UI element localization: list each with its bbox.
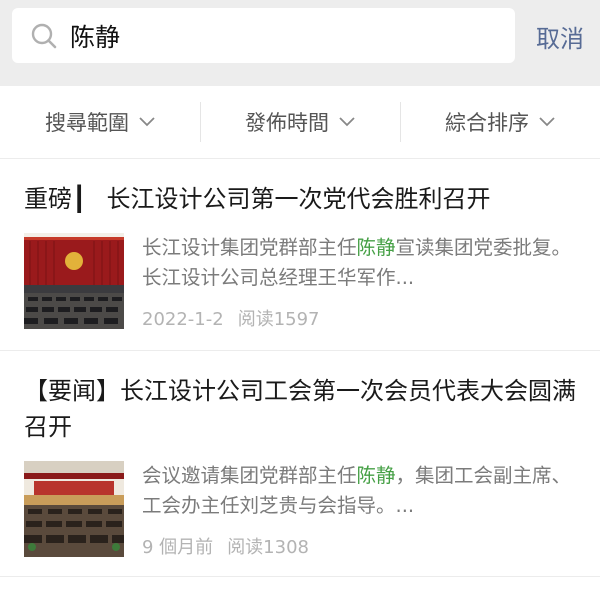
result-title[interactable]: 【要闻】长江设计公司工会第一次会员代表大会圆满召开: [24, 351, 578, 445]
result-item[interactable]: 重磅┃ 长江设计公司第一次党代会胜利召开 长江设计集团党群部主任陈静宣读集团党委…: [0, 159, 600, 351]
result-snippet: 会议邀请集团党群部主任陈静，集团工会副主席、工会办主任刘芝贵与会指导。...: [142, 464, 572, 517]
result-date: 9 個月前: [142, 537, 214, 558]
result-thumbnail: [24, 461, 124, 557]
result-title[interactable]: 重磅┃ 长江设计公司第一次党代会胜利召开: [24, 159, 578, 217]
search-header: 取消: [0, 0, 600, 86]
filter-publish-time-label: 發佈時間: [245, 111, 329, 135]
chevron-down-icon: [339, 117, 355, 127]
search-input[interactable]: [70, 21, 470, 50]
filter-scope-label: 搜尋範圍: [45, 111, 129, 135]
filter-publish-time[interactable]: 發佈時間: [200, 102, 400, 142]
result-meta: 9 個月前 阅读1308: [142, 533, 578, 559]
result-thumbnail: [24, 233, 124, 329]
chevron-down-icon: [139, 117, 155, 127]
filter-sort[interactable]: 綜合排序: [400, 102, 600, 142]
chevron-down-icon: [539, 117, 555, 127]
result-read-count: 阅读1308: [227, 537, 309, 558]
result-snippet: 长江设计集团党群部主任陈静宣读集团党委批复。长江设计公司总经理王华军作...: [142, 236, 572, 289]
filter-scope[interactable]: 搜尋範圍: [0, 102, 200, 142]
result-title-text: 长江设计公司第一次党代会胜利召开: [106, 185, 491, 213]
result-date: 2022-1-2: [142, 309, 224, 330]
result-title-text: 【要闻】长江设计公司工会第一次会员代表大会圆满召开: [24, 377, 576, 441]
search-box[interactable]: [12, 8, 515, 63]
result-tag: 重磅┃: [24, 185, 87, 213]
keyword-highlight: 陈静: [356, 464, 396, 487]
keyword-highlight: 陈静: [356, 236, 396, 259]
result-read-count: 阅读1597: [237, 309, 320, 330]
cancel-button[interactable]: 取消: [536, 19, 584, 54]
result-item[interactable]: 【要闻】长江设计公司工会第一次会员代表大会圆满召开 会议邀请集团党群部主任陈静，…: [0, 351, 600, 577]
result-meta: 2022-1-2 阅读1597: [142, 305, 578, 331]
filter-sort-label: 綜合排序: [445, 111, 529, 135]
filter-bar: 搜尋範圍 發佈時間 綜合排序: [0, 86, 600, 159]
search-icon: [30, 21, 60, 51]
